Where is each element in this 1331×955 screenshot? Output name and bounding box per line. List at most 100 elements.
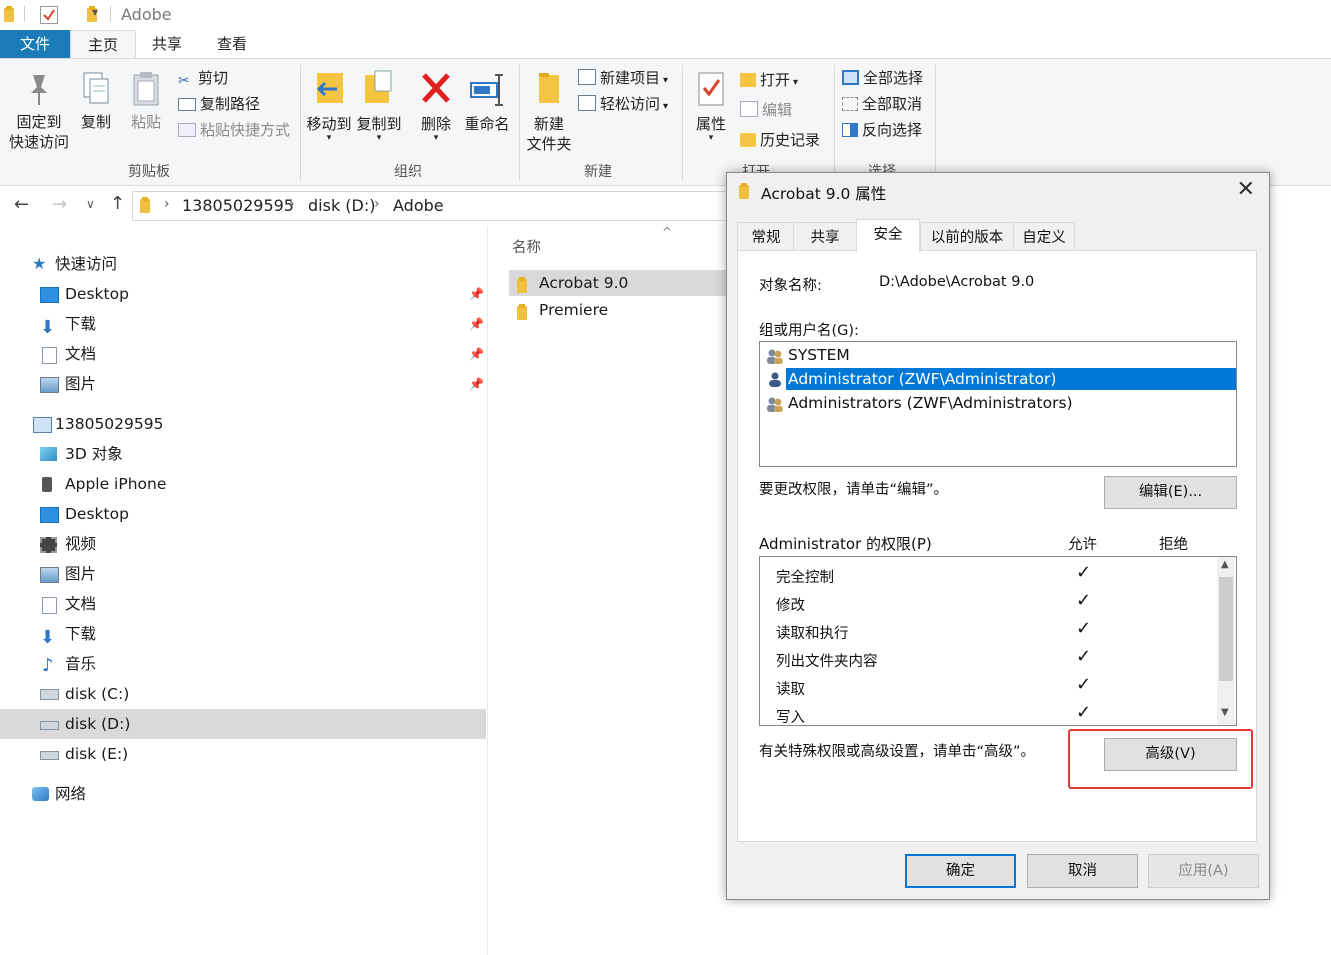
- cancel-button[interactable]: 取消: [1027, 854, 1138, 888]
- easy-access-button[interactable]: 轻松访问 ▾: [578, 93, 668, 115]
- title-bar: ▾ Adobe: [0, 0, 1331, 30]
- group-clipboard-label: 剪贴板: [128, 164, 170, 180]
- divider: [24, 6, 25, 22]
- breadcrumb-item-disk-d[interactable]: disk (D:): [308, 196, 375, 215]
- scroll-thumb[interactable]: [1219, 577, 1233, 681]
- permissions-list[interactable]: 完全控制 ✓ 修改 ✓ 读取和执行 ✓ 列出文件夹内容 ✓ 读取 ✓ 写入 ✓ …: [759, 556, 1237, 726]
- nav-item-disk-d[interactable]: disk (D:): [0, 709, 486, 739]
- forward-arrow-icon[interactable]: →: [52, 194, 67, 215]
- recent-locations-dropdown-icon[interactable]: ∨: [86, 197, 95, 211]
- tab-sharing[interactable]: 共享: [793, 222, 857, 251]
- scroll-up-icon[interactable]: ▲: [1221, 559, 1229, 570]
- nav-item-documents-qa[interactable]: 文档 📌: [0, 339, 486, 369]
- group-separator: [682, 65, 683, 181]
- copy-button[interactable]: 复制: [76, 71, 116, 132]
- open-button[interactable]: 打开 ▾: [740, 69, 798, 91]
- properties-button[interactable]: 属性 ▾: [688, 69, 734, 143]
- cut-button[interactable]: ✂ 剪切: [178, 67, 228, 89]
- tab-share[interactable]: 共享: [136, 30, 198, 58]
- copy-to-button[interactable]: 复制到 ▾: [354, 69, 404, 143]
- nav-item-videos[interactable]: 视频: [0, 529, 486, 559]
- nav-label: 视频: [65, 535, 97, 553]
- apply-button[interactable]: 应用(A): [1148, 854, 1259, 888]
- breadcrumb-item-adobe[interactable]: Adobe: [393, 196, 444, 215]
- select-all-button[interactable]: 全部选择: [842, 67, 923, 89]
- tab-file[interactable]: 文件: [0, 30, 70, 58]
- tab-customize[interactable]: 自定义: [1013, 222, 1075, 251]
- tab-previous-versions[interactable]: 以前的版本: [920, 222, 1014, 251]
- cube-icon: [40, 447, 57, 461]
- tab-general[interactable]: 常规: [737, 222, 795, 251]
- dialog-title: Acrobat 9.0 属性: [761, 185, 887, 203]
- permissions-scrollbar[interactable]: ▲ ▼: [1217, 557, 1235, 725]
- document-icon: [42, 347, 57, 364]
- new-folder-button[interactable]: 新建 文件夹: [524, 69, 574, 154]
- allow-column-header: 允许: [1068, 537, 1097, 553]
- user-row-system[interactable]: SYSTEM: [764, 344, 1232, 366]
- back-arrow-icon[interactable]: ←: [14, 194, 29, 215]
- history-button[interactable]: 历史记录: [740, 129, 820, 151]
- user-row-administrator[interactable]: Administrator (ZWF\Administrator): [786, 368, 1236, 390]
- nav-network[interactable]: 网络: [0, 779, 486, 809]
- ok-button[interactable]: 确定: [905, 854, 1016, 888]
- tab-home[interactable]: 主页: [70, 30, 136, 59]
- invert-selection-button[interactable]: 反向选择: [842, 119, 922, 141]
- file-row[interactable]: Acrobat 9.0: [509, 270, 729, 296]
- users-listbox[interactable]: SYSTEM Administrator (ZWF\Administrator)…: [759, 341, 1237, 467]
- nav-item-pictures[interactable]: 图片: [0, 559, 486, 589]
- copy-path-button[interactable]: 复制路径: [178, 93, 260, 115]
- scroll-down-icon[interactable]: ▼: [1221, 707, 1229, 718]
- rename-label: 重命名: [464, 115, 510, 133]
- folder-icon: [140, 197, 152, 213]
- tab-view[interactable]: 查看: [200, 30, 264, 58]
- select-none-button[interactable]: 全部取消: [842, 93, 922, 115]
- nav-item-3d-objects[interactable]: 3D 对象: [0, 439, 486, 469]
- edit-label: 编辑: [762, 101, 793, 119]
- nav-item-desktop[interactable]: Desktop: [0, 499, 486, 529]
- user-row-administrators[interactable]: Administrators (ZWF\Administrators): [764, 392, 1232, 414]
- file-row[interactable]: Premiere: [509, 297, 729, 323]
- properties-quick-icon[interactable]: [40, 6, 58, 24]
- nav-item-documents[interactable]: 文档: [0, 589, 486, 619]
- nav-item-disk-e[interactable]: disk (E:): [0, 739, 486, 769]
- column-header-name[interactable]: 名称: [512, 236, 541, 257]
- nav-item-downloads[interactable]: ⬇ 下载: [0, 619, 486, 649]
- new-item-button[interactable]: 新建项目 ▾: [578, 67, 668, 89]
- tab-security[interactable]: 安全: [856, 219, 920, 252]
- nav-item-disk-c[interactable]: disk (C:): [0, 679, 486, 709]
- nav-quick-access[interactable]: ★ 快速访问: [0, 249, 486, 279]
- new-folder-icon: [539, 73, 559, 103]
- file-name: Acrobat 9.0: [539, 274, 629, 292]
- rename-button[interactable]: 重命名: [462, 69, 512, 134]
- cut-label: 剪切: [198, 69, 229, 87]
- desktop-icon: [40, 287, 59, 303]
- download-arrow-icon: ⬇: [40, 317, 56, 338]
- nav-this-pc[interactable]: 13805029595: [0, 409, 486, 439]
- folder-icon: [517, 277, 529, 293]
- open-dropdown-icon: ▾: [793, 77, 799, 88]
- properties-dialog: Acrobat 9.0 属性 ✕ 常规 共享 安全 以前的版本 自定义 对象名称…: [726, 172, 1270, 900]
- pane-divider[interactable]: [487, 226, 488, 955]
- pin-to-quick-access-button[interactable]: 固定到 快速访问: [6, 71, 72, 152]
- edit-button[interactable]: 编辑(E)...: [1104, 476, 1237, 509]
- nav-item-pictures-qa[interactable]: 图片 📌: [0, 369, 486, 399]
- breadcrumb-item-pc[interactable]: 13805029595: [182, 196, 294, 215]
- delete-button[interactable]: 删除 ▾: [414, 69, 458, 143]
- up-arrow-icon[interactable]: ↑: [110, 193, 125, 214]
- paste-button[interactable]: 粘贴: [124, 71, 168, 132]
- nav-item-desktop-qa[interactable]: Desktop 📌: [0, 279, 486, 309]
- nav-item-apple-iphone[interactable]: Apple iPhone: [0, 469, 486, 499]
- move-to-button[interactable]: 移动到 ▾: [304, 69, 354, 143]
- drive-icon: [40, 721, 59, 730]
- allow-check-icon: ✓: [1076, 674, 1092, 695]
- edit-button[interactable]: 编辑: [740, 99, 792, 121]
- allow-check-icon: ✓: [1076, 702, 1092, 723]
- window-title: Adobe: [121, 5, 172, 24]
- pin-icon: 📌: [469, 317, 484, 331]
- close-icon[interactable]: ✕: [1237, 177, 1255, 202]
- nav-item-music[interactable]: ♪ 音乐: [0, 649, 486, 679]
- quick-access-toolbar-dropdown-icon[interactable]: ▾: [92, 5, 98, 19]
- paste-shortcut-button[interactable]: 粘贴快捷方式: [178, 119, 290, 141]
- nav-item-downloads-qa[interactable]: ⬇ 下载 📌: [0, 309, 486, 339]
- properties-icon: [698, 72, 724, 106]
